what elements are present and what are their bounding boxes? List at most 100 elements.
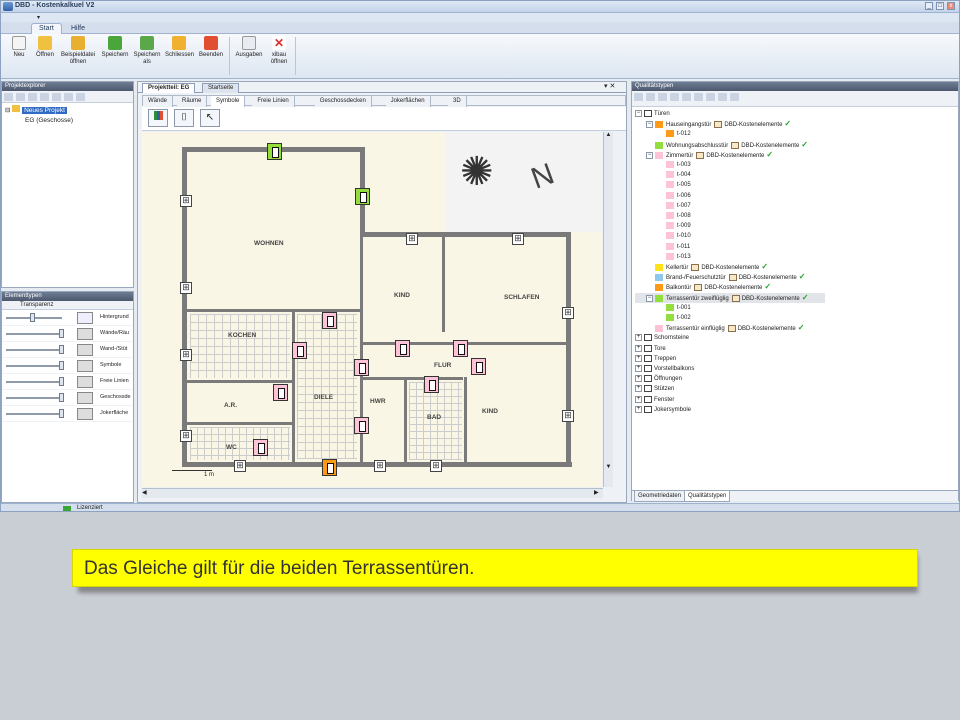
- tool-icon[interactable]: [682, 93, 691, 101]
- collapse-icon[interactable]: ⊟: [5, 107, 10, 114]
- transparency-slider[interactable]: [6, 413, 62, 415]
- close-button[interactable]: x: [947, 2, 955, 10]
- expand-icon[interactable]: +: [635, 405, 642, 413]
- quality-tree-row[interactable]: + Treppen: [635, 354, 676, 364]
- expand-icon[interactable]: +: [635, 364, 642, 372]
- quality-tree-row[interactable]: Kellertür DBD-Kostenelemente ✓: [635, 262, 768, 272]
- expand-icon[interactable]: +: [635, 334, 642, 342]
- tab-hilfe[interactable]: Hilfe: [63, 23, 93, 34]
- transparency-slider[interactable]: [6, 333, 62, 335]
- sub-tab-item[interactable]: Jokerflächen: [385, 96, 431, 107]
- quality-tree-row[interactable]: t-010: [635, 231, 691, 241]
- tab-geometriedaten[interactable]: Geometriedaten: [634, 491, 686, 502]
- collapse-icon[interactable]: −: [635, 109, 642, 117]
- quality-tree-row[interactable]: + Fenster: [635, 395, 674, 405]
- tab-qualitaetstypen[interactable]: Qualitätstypen: [684, 491, 731, 502]
- xibau-button[interactable]: ✕ xibau öffnen: [265, 36, 293, 66]
- tool-icon[interactable]: [670, 93, 679, 101]
- quality-tree-row[interactable]: t-001: [635, 303, 691, 313]
- tab-projektteil[interactable]: Projektteil: EG: [142, 83, 196, 93]
- horizontal-scrollbar[interactable]: ◀ ▶: [142, 488, 603, 498]
- door-tool-icon[interactable]: ⌷: [174, 109, 194, 127]
- color-tool-icon[interactable]: [148, 109, 168, 127]
- quality-tree-row[interactable]: + Öffnungen: [635, 374, 682, 384]
- window-symbol[interactable]: ⊞: [234, 460, 246, 472]
- close-doc-icon[interactable]: ▾ ✕: [604, 82, 615, 90]
- window-symbol[interactable]: ⊞: [180, 430, 192, 442]
- transparency-slider[interactable]: [6, 349, 62, 351]
- window-symbol[interactable]: ⊞: [180, 282, 192, 294]
- sub-tab-item[interactable]: Freie Linien: [252, 96, 295, 107]
- quality-tree-row[interactable]: − Zimmertür DBD-Kostenelemente ✓: [635, 150, 773, 160]
- scroll-up-icon[interactable]: ▲: [604, 132, 613, 140]
- open-button[interactable]: Öffnen: [31, 36, 59, 59]
- door-symbol-terrace[interactable]: [355, 188, 370, 205]
- door-symbol-room[interactable]: [273, 384, 288, 401]
- door-symbol-room[interactable]: [424, 376, 439, 393]
- door-symbol-room[interactable]: [471, 358, 486, 375]
- scroll-left-icon[interactable]: ◀: [142, 489, 147, 496]
- transparency-slider[interactable]: [6, 365, 62, 367]
- quality-tree-row[interactable]: t-009: [635, 221, 691, 231]
- sub-tab-item[interactable]: Geschossdecken: [314, 96, 372, 107]
- qat-dropdown-icon[interactable]: ▾: [37, 14, 40, 21]
- slider-thumb[interactable]: [59, 361, 64, 370]
- quality-tree-row[interactable]: t-008: [635, 211, 691, 221]
- door-symbol-room[interactable]: [253, 439, 268, 456]
- maximize-button[interactable]: □: [936, 2, 944, 10]
- quality-tree-row[interactable]: t-006: [635, 191, 691, 201]
- tool-icon[interactable]: [646, 93, 655, 101]
- expand-icon[interactable]: +: [635, 344, 642, 352]
- cost-element-link[interactable]: DBD-Kostenelemente: [706, 153, 764, 159]
- slider-thumb[interactable]: [59, 345, 64, 354]
- tool-icon[interactable]: [730, 93, 739, 101]
- slider-thumb[interactable]: [59, 329, 64, 338]
- tool-icon[interactable]: [76, 93, 85, 101]
- quality-tree-row[interactable]: t-003: [635, 160, 691, 170]
- tool-icon[interactable]: [64, 93, 73, 101]
- collapse-icon[interactable]: −: [646, 151, 653, 159]
- tool-icon[interactable]: [694, 93, 703, 101]
- quality-tree-row[interactable]: Wohnungsabschlusstür DBD-Kostenelemente ✓: [635, 140, 808, 150]
- door-symbol-room[interactable]: [395, 340, 410, 357]
- cost-element-link[interactable]: DBD-Kostenelemente: [724, 122, 782, 128]
- tab-startseite[interactable]: Startseite: [202, 83, 240, 93]
- quality-tree-row[interactable]: t-012: [635, 129, 691, 139]
- door-symbol-room[interactable]: [354, 417, 369, 434]
- window-symbol[interactable]: ⊞: [562, 307, 574, 319]
- quality-tree-row[interactable]: t-013: [635, 252, 691, 262]
- exit-button[interactable]: Beenden: [197, 36, 225, 59]
- tool-icon[interactable]: [40, 93, 49, 101]
- sub-tab-item[interactable]: Symbole: [211, 96, 246, 107]
- quality-tree-row[interactable]: − Terrassentür zweiflüglig DBD-Kosteneleme…: [635, 292, 825, 303]
- door-symbol-room[interactable]: [292, 342, 307, 359]
- expand-icon[interactable]: +: [635, 385, 642, 393]
- quality-tree-row[interactable]: t-002: [635, 313, 691, 323]
- quality-tree-row[interactable]: t-004: [635, 170, 691, 180]
- window-symbol[interactable]: ⊞: [406, 233, 418, 245]
- window-symbol[interactable]: ⊞: [180, 349, 192, 361]
- tool-icon[interactable]: [718, 93, 727, 101]
- tool-icon[interactable]: [52, 93, 61, 101]
- quality-tree-row[interactable]: Brand-/Feuerschutztür DBD-Kostenelemente ✓: [635, 272, 805, 282]
- quality-tree-row[interactable]: t-007: [635, 201, 691, 211]
- floor-plan-canvas[interactable]: WOHNEN KIND SCHLAFEN KOCHEN FLUR A.R. DI…: [142, 132, 602, 487]
- quality-tree-row[interactable]: + Tore: [635, 344, 666, 354]
- slider-thumb[interactable]: [59, 377, 64, 386]
- door-symbol-terrace[interactable]: [267, 143, 282, 160]
- door-symbol-room[interactable]: [354, 359, 369, 376]
- tree-item-project[interactable]: ⊟ Neues Projekt: [5, 105, 130, 116]
- window-symbol[interactable]: ⊞: [512, 233, 524, 245]
- tool-icon[interactable]: [28, 93, 37, 101]
- quality-tree-row[interactable]: Balkontür DBD-Kostenelemente ✓: [635, 282, 771, 292]
- slider-thumb[interactable]: [29, 313, 35, 322]
- slider-thumb[interactable]: [59, 409, 64, 418]
- quality-tree-row[interactable]: − Türen: [635, 109, 670, 119]
- collapse-icon[interactable]: −: [646, 121, 653, 129]
- quality-tree-row[interactable]: + Stützen: [635, 384, 674, 394]
- tree-item-floor[interactable]: EG (Geschosse): [5, 116, 130, 126]
- scroll-down-icon[interactable]: ▼: [604, 464, 613, 472]
- quality-tree-row[interactable]: + Vorstellbalkons: [635, 364, 694, 374]
- quality-tree-row[interactable]: t-005: [635, 180, 691, 190]
- cost-element-link[interactable]: DBD-Kostenelemente: [742, 296, 800, 302]
